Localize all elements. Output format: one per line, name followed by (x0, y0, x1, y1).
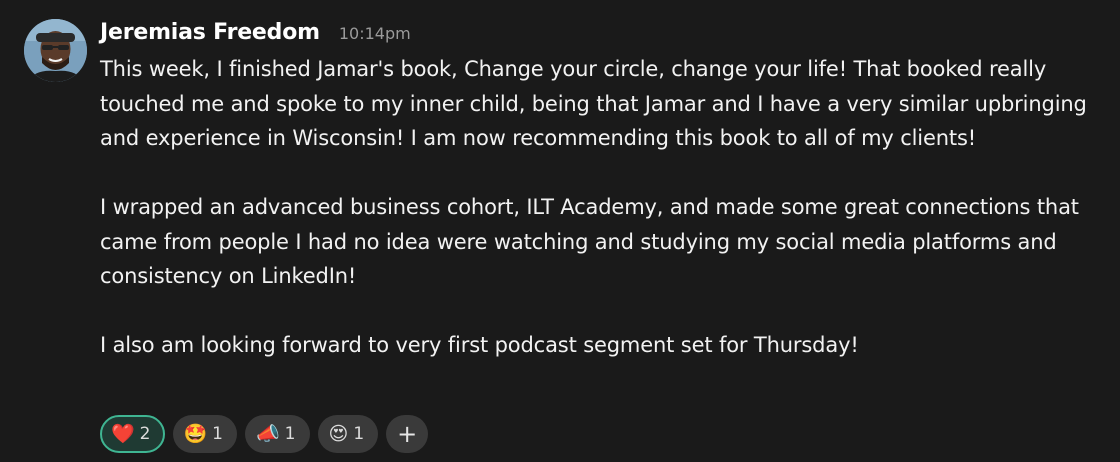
reaction-count: 1 (284, 424, 296, 444)
avatar-image (24, 19, 87, 82)
message-paragraph: I also am looking forward to very first … (100, 333, 859, 357)
timestamp: 10:14pm (338, 24, 411, 43)
message-body: This week, I finished Jamar's book, Chan… (100, 52, 1105, 363)
heart-icon: ❤️ (111, 422, 135, 445)
reaction-heart[interactable]: ❤️ 2 (100, 415, 165, 453)
reactions-bar: ❤️ 2 🤩 1 📣 1 😍 1 + (100, 415, 429, 453)
message-content: Jeremias Freedom 10:14pm This week, I fi… (100, 20, 1105, 363)
plus-icon: + (397, 420, 418, 448)
message-header: Jeremias Freedom 10:14pm (100, 20, 1105, 52)
heart-eyes-icon: 😍 (328, 422, 349, 445)
reaction-megaphone[interactable]: 📣 1 (245, 415, 310, 453)
megaphone-icon: 📣 (256, 422, 280, 445)
reaction-count: 2 (139, 424, 151, 444)
reaction-count: 1 (353, 424, 365, 444)
avatar[interactable] (24, 19, 87, 82)
star-struck-icon: 🤩 (183, 422, 208, 445)
message-paragraph: I wrapped an advanced business cohort, I… (100, 195, 1079, 288)
author-name[interactable]: Jeremias Freedom (100, 20, 320, 45)
reaction-heart-eyes[interactable]: 😍 1 (317, 415, 379, 453)
message: Jeremias Freedom 10:14pm This week, I fi… (0, 0, 1120, 462)
add-reaction-button[interactable]: + (386, 415, 429, 453)
reaction-count: 1 (212, 424, 223, 444)
message-paragraph: This week, I finished Jamar's book, Chan… (100, 57, 1087, 150)
reaction-star-struck[interactable]: 🤩 1 (172, 415, 237, 453)
